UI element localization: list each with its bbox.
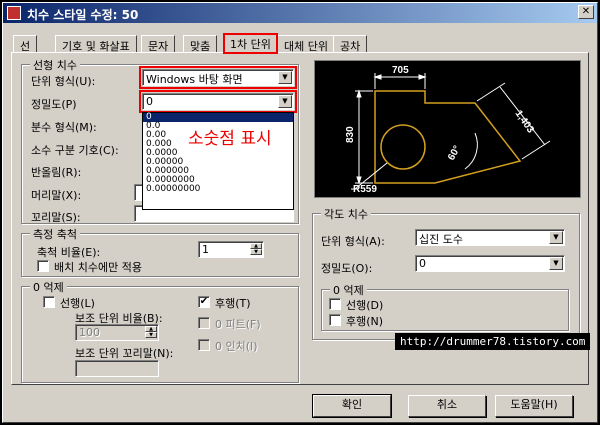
angular-unit-format-value: 십진 도수: [419, 233, 463, 246]
preview-dim-left: 830: [345, 126, 356, 143]
precision-label: 정밀도(P): [31, 98, 77, 111]
zero-suppression-linear-title: 0 억제: [30, 279, 67, 295]
dimension-preview: 705 830 1,403 60° R559: [314, 60, 581, 198]
app-icon: [7, 6, 21, 20]
layout-only-checkbox[interactable]: [37, 260, 49, 272]
angular-trailing-zero-label: 후행(N): [346, 315, 384, 328]
unit-format-select[interactable]: Windows 바탕 화면 ▼: [139, 66, 297, 89]
tab-alternate-units[interactable]: 대체 단위: [277, 35, 335, 53]
suffix-label: 꼬리말(S):: [31, 211, 81, 224]
sub-unit-factor-value: 100: [79, 326, 100, 339]
preview-shape: [374, 90, 522, 184]
angular-leading-zero-label: 선행(D): [346, 299, 384, 312]
round-off-label: 반올림(R):: [31, 166, 82, 179]
measurement-scale-title: 측정 축척: [30, 226, 80, 242]
chevron-down-icon[interactable]: ▼: [549, 231, 563, 244]
sub-unit-factor-spinner[interactable]: ▲ ▼: [145, 326, 157, 339]
ok-button[interactable]: 확인: [312, 394, 392, 418]
preview-dim-top: 705: [392, 65, 409, 76]
preview-radius: R559: [353, 184, 377, 195]
zero-inch-checkbox[interactable]: [198, 339, 210, 351]
tab-symbols-arrows[interactable]: 기호 및 화살표: [55, 35, 137, 53]
chevron-down-icon[interactable]: ▼: [278, 95, 292, 108]
sub-unit-factor-input[interactable]: 100 ▲ ▼: [75, 324, 159, 341]
angular-dimensions-title: 각도 치수: [321, 206, 371, 222]
angular-unit-format-label: 단위 형식(A):: [321, 235, 385, 248]
sub-unit-suffix-label: 보조 단위 꼬리말(N):: [75, 347, 174, 360]
zero-inch-label: 0 인치(I): [215, 340, 258, 353]
sub-unit-suffix-input[interactable]: [75, 360, 159, 377]
tab-tolerances[interactable]: 공차: [333, 35, 368, 53]
zero-feet-checkbox[interactable]: [198, 317, 210, 329]
preview-dim-right: 1,403: [513, 108, 537, 135]
tab-fit[interactable]: 맞춤: [183, 35, 218, 53]
fraction-format-label: 분수 형식(M):: [31, 121, 97, 134]
list-item[interactable]: 0.00000000: [143, 185, 293, 194]
preview-drawing: 705 830 1,403 60° R559: [345, 65, 551, 195]
unit-format-label: 단위 형식(U):: [31, 75, 96, 88]
precision-select[interactable]: 0 ▼: [139, 90, 297, 113]
scale-factor-input[interactable]: 1 ▲ ▼: [198, 241, 264, 258]
angular-precision-label: 정밀도(O):: [321, 262, 373, 275]
precision-value: 0: [146, 95, 153, 108]
zero-feet-label: 0 피트(F): [215, 318, 261, 331]
title-bar: 치수 스타일 수정: 50 ✕: [3, 3, 597, 23]
angular-unit-format-select[interactable]: 십진 도수 ▼: [415, 229, 565, 246]
close-icon[interactable]: ✕: [578, 5, 594, 19]
angular-precision-select[interactable]: 0 ▼: [415, 255, 565, 272]
cancel-button[interactable]: 취소: [408, 395, 486, 417]
help-button[interactable]: 도움말(H): [495, 395, 573, 417]
preview-angle: 60°: [446, 144, 463, 163]
chevron-down-icon[interactable]: ▼: [278, 71, 292, 84]
dimension-style-dialog: 치수 스타일 수정: 50 ✕ 선 기호 및 화살표 문자 맞춤 1차 단위 대…: [2, 2, 598, 423]
layout-only-label: 배치 치수에만 적용: [54, 261, 142, 274]
tab-text[interactable]: 문자: [141, 35, 176, 53]
leading-zero-checkbox[interactable]: [43, 296, 55, 308]
angular-leading-zero-checkbox[interactable]: [329, 298, 341, 310]
list-item[interactable]: 0: [143, 113, 293, 122]
prefix-label: 머리말(X):: [31, 189, 82, 202]
decimal-separator-label: 소수 구분 기호(C):: [31, 144, 119, 157]
tab-primary-units[interactable]: 1차 단위: [223, 33, 278, 54]
angular-trailing-zero-checkbox[interactable]: [329, 314, 341, 326]
watermark-url: http://drummer78.tistory.com: [395, 333, 591, 350]
scale-factor-spinner[interactable]: ▲ ▼: [250, 243, 262, 256]
scale-factor-label: 축척 비율(E):: [37, 246, 101, 259]
decimal-annotation: 소숫점 표시: [188, 129, 272, 149]
angular-precision-value: 0: [419, 257, 426, 270]
linear-dimensions-title: 선형 치수: [30, 57, 80, 73]
trailing-zero-label: 후행(T): [215, 297, 251, 310]
unit-format-value: Windows 바탕 화면: [146, 73, 243, 86]
chevron-down-icon[interactable]: ▼: [549, 257, 563, 270]
window-title: 치수 스타일 수정: 50: [27, 8, 139, 22]
leading-zero-label: 선행(L): [60, 297, 95, 310]
preview-circle: [380, 124, 426, 170]
tab-lines[interactable]: 선: [13, 35, 38, 53]
zero-suppression-angular-title: 0 억제: [330, 282, 367, 298]
scale-factor-value: 1: [202, 243, 209, 256]
trailing-zero-checkbox[interactable]: ✔: [198, 296, 210, 308]
